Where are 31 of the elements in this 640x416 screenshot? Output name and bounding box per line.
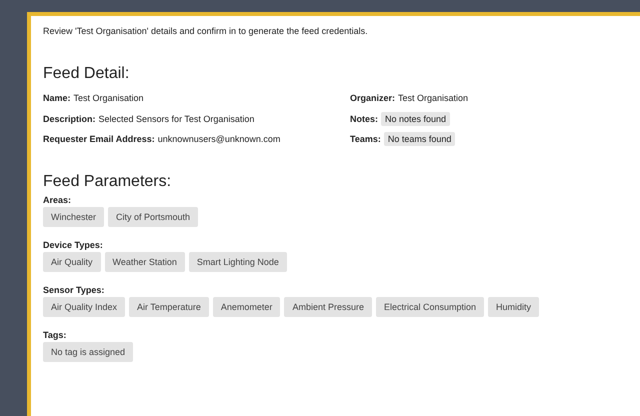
field-value: Test Organisation	[398, 93, 468, 104]
field-value: Test Organisation	[74, 93, 144, 104]
group-label: Sensor Types:	[43, 284, 106, 296]
field-label: Description:	[43, 114, 96, 124]
tag-chip: Air Temperature	[129, 296, 209, 316]
tag-chip: Winchester	[43, 206, 104, 226]
field-value: unknownusers@unknown.com	[158, 134, 280, 144]
tag-chip: City of Portsmouth	[108, 206, 198, 226]
tag-chip: Air Quality Index	[43, 296, 126, 316]
tag-chip: Electrical Consumption	[376, 296, 484, 316]
field-label: Requester Email Address:	[43, 134, 155, 144]
tag-chip: Air Quality	[43, 252, 101, 272]
tag-chip: Smart Lighting Node	[188, 252, 287, 272]
tag-chip: Anemometer	[212, 296, 280, 316]
field-label: Teams:	[350, 134, 381, 144]
section-heading: Feed Parameters:	[43, 172, 172, 192]
field-label: Name:	[43, 93, 71, 104]
group-label: Device Types:	[43, 240, 104, 250]
field-label: Organizer:	[350, 93, 396, 104]
tag-chip: Humidity	[488, 296, 540, 316]
section-heading: Feed Detail:	[43, 64, 130, 84]
value-chip: No teams found	[384, 132, 456, 146]
field-value: Selected Sensors for Test Organisation	[98, 114, 254, 124]
intro-text: Review 'Test Organisation' details and confirm in to generate the feed credentials.	[43, 25, 369, 37]
field-label: Notes:	[350, 114, 378, 124]
group-label: Areas:	[43, 194, 72, 206]
group-label: Tags:	[43, 330, 68, 340]
tag-chip: No tag is assigned	[43, 342, 134, 362]
tag-chip: Ambient Pressure	[284, 296, 372, 316]
value-chip: No notes found	[381, 112, 450, 126]
tag-chip: Weather Station	[104, 252, 185, 272]
